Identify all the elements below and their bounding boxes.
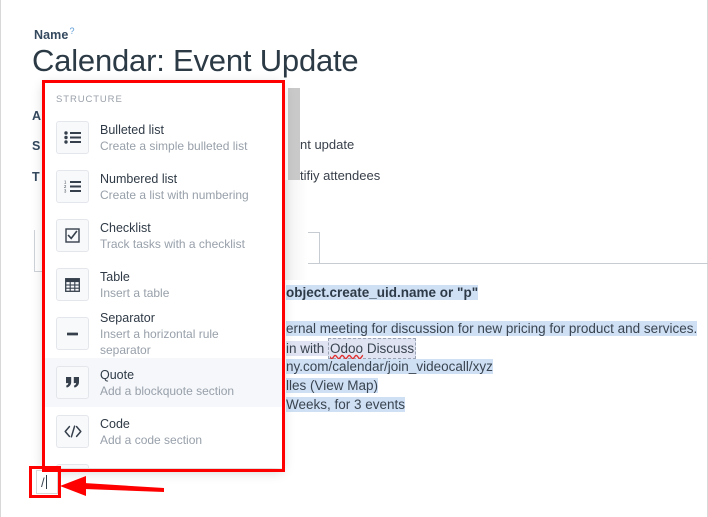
help-question-icon[interactable]: ? <box>69 26 74 36</box>
svg-text:3: 3 <box>64 189 67 193</box>
body-line-location: lles (View Map) <box>286 376 379 395</box>
powerbox-item-text: Table Insert a table <box>100 269 169 301</box>
name-field-label: Name? <box>34 26 75 42</box>
powerbox-item-title: Code <box>100 416 130 431</box>
annotation-arrow <box>60 476 164 496</box>
page-title: Calendar: Event Update <box>32 43 359 78</box>
powerbox-item-code[interactable]: Code Add a code section <box>44 407 282 456</box>
powerbox-item-next-partial[interactable] <box>44 456 282 468</box>
powerbox-item-desc: Create a list with numbering <box>100 187 249 202</box>
powerbox-item-desc: Track tasks with a checklist <box>100 236 245 251</box>
text-cursor <box>45 475 47 489</box>
slash-command-value: / <box>41 474 45 490</box>
body-line-videocall-url: ny.com/calendar/join_videocall/xyz <box>286 357 493 376</box>
powerbox-item-text: Code Add a code section <box>100 416 202 448</box>
powerbox-item-title: Separator <box>100 310 155 325</box>
notebook-divider <box>286 263 708 264</box>
body-line-recurrence: Weeks, for 3 events <box>286 395 406 414</box>
checklist-icon <box>56 219 89 252</box>
powerbox-item-title: Bulleted list <box>100 122 164 137</box>
form-value-subject: nt update <box>300 137 355 152</box>
body-line-expression: object.create_uid.name or "p" <box>286 283 479 302</box>
separator-icon <box>56 317 89 350</box>
form-label-attendees: A <box>32 109 42 123</box>
powerbox-item-checklist[interactable]: Checklist Track tasks with a checklist <box>44 211 282 260</box>
powerbox-item-desc: Insert a horizontal rule separator <box>100 326 219 357</box>
numbered-list-icon: 1 2 3 <box>56 170 89 203</box>
powerbox-item-separator[interactable]: Separator Insert a horizontal rule separ… <box>44 309 282 358</box>
powerbox-item-title: Quote <box>100 367 135 382</box>
page-frame-left-border <box>0 0 1 517</box>
powerbox-item-title: Table <box>100 269 130 284</box>
form-label-subject: S <box>32 139 41 153</box>
content-fade-strip <box>280 180 308 280</box>
powerbox-item-desc: Create a simple bulleted list <box>100 138 248 153</box>
odoo-discuss-chip[interactable]: Odoo Discuss <box>328 338 417 359</box>
partial-next-icon <box>56 464 89 468</box>
powerbox-item-numbered-list[interactable]: 1 2 3 Numbered list Create a list with n… <box>44 162 282 211</box>
powerbox-section-header: STRUCTURE <box>56 94 123 105</box>
powerbox-item-title: Numbered list <box>100 171 178 186</box>
powerbox-dropdown[interactable]: STRUCTURE Bulleted list Create a simple … <box>44 82 282 468</box>
body-text-location: lles (View Map) <box>286 378 379 393</box>
body-text-join-prefix: in with <box>286 341 329 356</box>
body-text-videocall-url: ny.com/calendar/join_videocall/xyz <box>286 359 493 374</box>
slash-command-input[interactable]: / <box>36 470 58 494</box>
odoo-event-update-screen: Name? Calendar: Event Update A S T nt up… <box>0 0 708 517</box>
vertical-scrollbar-thumb[interactable] <box>288 88 300 180</box>
powerbox-item-quote[interactable]: Quote Add a blockquote section <box>44 358 282 407</box>
form-label-to: T <box>32 170 40 184</box>
name-label-text: Name <box>34 28 69 43</box>
body-text-recurrence: Weeks, for 3 events <box>286 397 406 412</box>
powerbox-item-text: Quote Add a blockquote section <box>100 367 234 399</box>
powerbox-item-desc: Insert a table <box>100 285 170 300</box>
powerbox-item-text: Bulleted list Create a simple bulleted l… <box>100 122 247 154</box>
body-line-discuss-link: in with Odoo Discuss <box>286 338 417 359</box>
misspelled-word-odoo: Odoo <box>330 341 364 356</box>
body-line-description: ernal meeting for discussion for new pri… <box>286 319 698 338</box>
discuss-chip-suffix: Discuss <box>363 341 415 356</box>
code-icon <box>56 415 89 448</box>
powerbox-item-bulleted-list[interactable]: Bulleted list Create a simple bulleted l… <box>44 113 282 162</box>
editor-body[interactable]: object.create_uid.name or "p" ernal meet… <box>286 283 708 423</box>
table-icon <box>56 268 89 301</box>
powerbox-item-title: Checklist <box>100 220 151 235</box>
powerbox-item-desc: Add a blockquote section <box>100 383 235 398</box>
powerbox-item-text: Checklist Track tasks with a checklist <box>100 220 245 252</box>
bulleted-list-icon <box>56 121 89 154</box>
body-text-description: ernal meeting for discussion for new pri… <box>286 321 698 336</box>
body-text-expression: object.create_uid.name or "p" <box>286 285 479 300</box>
powerbox-item-text: Numbered list Create a list with numberi… <box>100 171 249 203</box>
form-value-notify: tifiy attendees <box>300 168 381 183</box>
powerbox-item-text: Separator Insert a horizontal rule separ… <box>100 310 272 358</box>
powerbox-item-desc: Add a code section <box>100 432 203 447</box>
powerbox-item-table[interactable]: Table Insert a table <box>44 260 282 309</box>
quote-icon <box>56 366 89 399</box>
